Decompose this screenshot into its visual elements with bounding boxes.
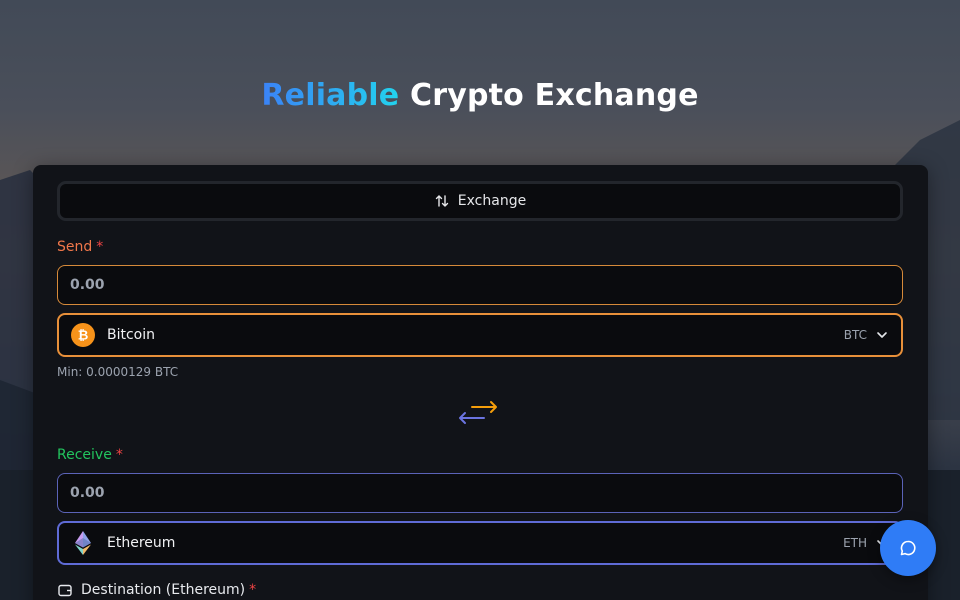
destination-label-text: Destination (Ethereum) xyxy=(81,582,246,598)
receive-currency-name: Ethereum xyxy=(107,535,176,551)
send-amount-value: 0.00 xyxy=(70,277,105,293)
send-label: Send * xyxy=(57,239,103,255)
receive-label-text: Receive xyxy=(57,447,112,463)
tab-label: Exchange xyxy=(457,193,527,209)
receive-currency-ticker: ETH xyxy=(843,536,867,550)
send-label-text: Send xyxy=(57,239,93,255)
receive-amount-value: 0.00 xyxy=(70,485,105,501)
send-min-amount: Min: 0.0000129 BTC xyxy=(57,365,179,379)
tab-exchange[interactable]: Exchange xyxy=(57,181,903,221)
destination-label: Destination (Ethereum) * xyxy=(57,582,256,598)
title-accent: Reliable xyxy=(261,78,400,113)
swap-arrows-icon xyxy=(459,401,497,424)
svg-text:₿: ₿ xyxy=(78,329,89,344)
wallet-icon xyxy=(58,584,72,597)
receive-amount-input[interactable]: 0.00 xyxy=(57,473,903,513)
required-mark: * xyxy=(96,239,104,255)
required-mark: * xyxy=(249,582,257,598)
send-amount-input[interactable]: 0.00 xyxy=(57,265,903,305)
ethereum-icon xyxy=(71,531,95,555)
arrows-up-down-icon xyxy=(435,195,448,207)
chevron-down-icon xyxy=(877,332,887,338)
send-currency-name: Bitcoin xyxy=(107,327,156,343)
bitcoin-icon: ₿ xyxy=(71,323,95,347)
required-mark: * xyxy=(115,447,123,463)
send-currency-ticker: BTC xyxy=(843,328,867,342)
swap-button[interactable] xyxy=(457,399,501,427)
chat-button[interactable] xyxy=(880,520,936,576)
title-rest: Crypto Exchange xyxy=(409,78,699,113)
chat-bubble-icon xyxy=(900,540,916,556)
page-title: Reliable Crypto Exchange xyxy=(0,78,960,113)
receive-label: Receive * xyxy=(57,447,123,463)
receive-currency-select[interactable]: Ethereum ETH xyxy=(57,521,903,565)
exchange-card: Exchange Send * 0.00 ₿ Bitcoin BTC Min: 0… xyxy=(33,165,928,600)
send-currency-select[interactable]: ₿ Bitcoin BTC xyxy=(57,313,903,357)
